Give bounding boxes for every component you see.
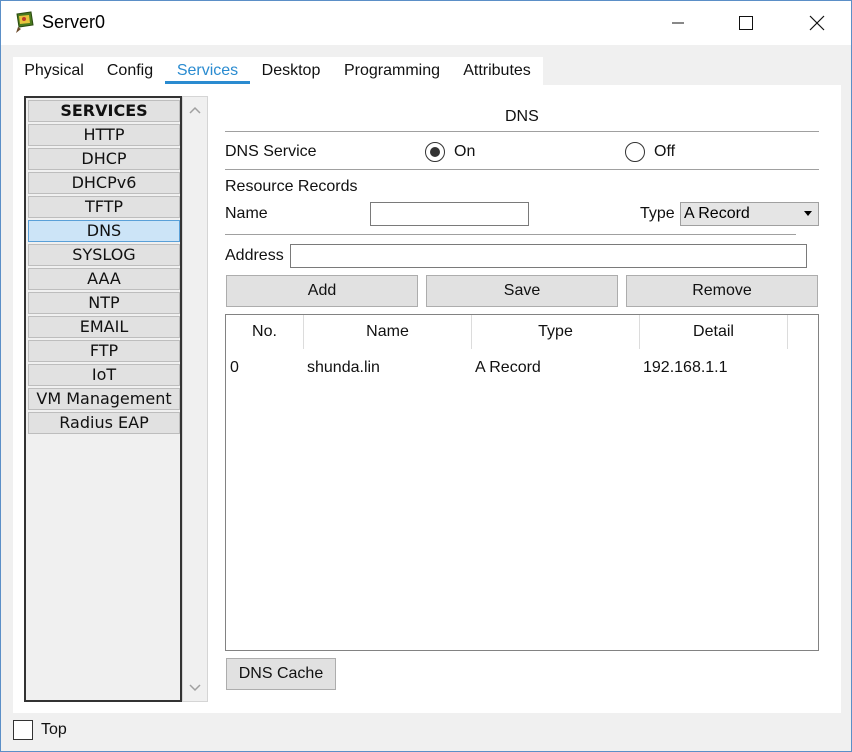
close-icon [809,15,825,31]
radio-selected-dot [430,147,440,157]
address-label: Address [225,247,284,264]
minimize-icon [672,22,684,24]
dns-records-table: No. Name Type Detail 0 shunda.lin A Reco… [225,314,819,651]
maximize-icon [739,16,753,30]
minimize-button[interactable] [655,1,701,45]
dropdown-arrow-icon [804,211,812,216]
name-label: Name [225,205,268,222]
sidebar-header: SERVICES [28,100,180,122]
divider [225,169,819,170]
packet-tracer-icon [13,11,37,35]
sidebar-item-syslog[interactable]: SYSLOG [28,244,180,266]
title-bar: Server0 [1,1,851,45]
scroll-down-icon[interactable] [187,681,203,695]
sidebar-item-vm-management[interactable]: VM Management [28,388,180,410]
save-button[interactable]: Save [426,275,618,307]
cell-name: shunda.lin [307,359,380,376]
sidebar-item-dhcpv6[interactable]: DHCPv6 [28,172,180,194]
cell-type: A Record [475,359,541,376]
window-title: Server0 [42,12,106,32]
services-sidebar: SERVICES HTTP DHCP DHCPv6 TFTP DNS SYSLO… [24,96,182,702]
sidebar-item-ftp[interactable]: FTP [28,340,180,362]
add-button[interactable]: Add [226,275,418,307]
dns-off-radio[interactable] [625,142,645,162]
column-header-name[interactable]: Name [304,315,472,349]
dns-off-label: Off [654,143,676,160]
tab-programming[interactable]: Programming [336,57,448,87]
tab-config[interactable]: Config [99,57,161,87]
sidebar-item-http[interactable]: HTTP [28,124,180,146]
tab-physical[interactable]: Physical [13,57,95,87]
sidebar-scrollbar[interactable] [182,96,208,702]
sidebar-item-ntp[interactable]: NTP [28,292,180,314]
type-select[interactable]: A Record [680,202,819,226]
dns-heading: DNS [505,108,539,125]
sidebar-item-radius-eap[interactable]: Radius EAP [28,412,180,434]
tab-attributes[interactable]: Attributes [456,57,538,87]
cell-no: 0 [230,359,239,376]
sidebar-item-tftp[interactable]: TFTP [28,196,180,218]
tab-bar: Physical Config Services Desktop Program… [13,57,543,87]
server-window: Server0 Physical Config Services Desktop… [0,0,852,752]
column-header-detail[interactable]: Detail [640,315,788,349]
sidebar-item-dns[interactable]: DNS [28,220,180,242]
column-header-type[interactable]: Type [472,315,640,349]
sidebar-item-dhcp[interactable]: DHCP [28,148,180,170]
tab-desktop[interactable]: Desktop [254,57,328,87]
column-header-no[interactable]: No. [226,315,304,349]
top-checkbox[interactable] [13,720,33,740]
scroll-up-icon[interactable] [187,103,203,117]
remove-button[interactable]: Remove [626,275,818,307]
close-button[interactable] [794,1,840,45]
divider [225,234,796,235]
dns-cache-button[interactable]: DNS Cache [226,658,336,690]
type-label: Type [640,205,675,222]
sidebar-item-iot[interactable]: IoT [28,364,180,386]
address-input[interactable] [290,244,807,268]
divider [225,131,819,132]
cell-detail: 192.168.1.1 [643,359,728,376]
resource-records-label: Resource Records [225,178,358,195]
maximize-button[interactable] [723,1,769,45]
active-tab-indicator [165,81,250,84]
dns-on-radio[interactable] [425,142,445,162]
name-input[interactable] [370,202,529,226]
sidebar-item-aaa[interactable]: AAA [28,268,180,290]
sidebar-item-email[interactable]: EMAIL [28,316,180,338]
dns-on-label: On [454,143,476,160]
top-label: Top [41,721,67,738]
dns-service-label: DNS Service [225,143,317,160]
type-select-value: A Record [684,205,750,222]
